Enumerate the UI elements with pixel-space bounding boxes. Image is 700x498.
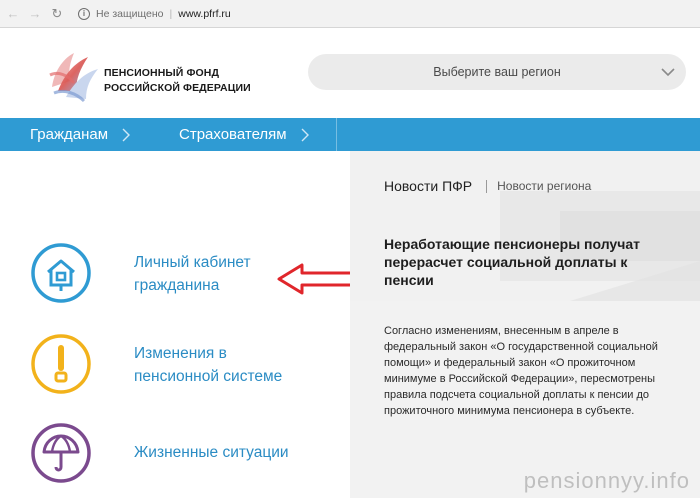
nav-item-label: Гражданам xyxy=(30,126,109,143)
site-header: ПЕНСИОННЫЙ ФОНД РОССИЙСКОЙ ФЕДЕРАЦИИ Выб… xyxy=(0,28,700,118)
news-headline[interactable]: Неработающие пенсионеры получат перерасч… xyxy=(384,235,654,289)
menu-item-life-situations[interactable]: Жизненные ситуации xyxy=(134,441,289,464)
news-tabs: Новости ПФР Новости региона xyxy=(384,178,591,194)
chevron-down-icon xyxy=(661,68,675,77)
logo-line-1: ПЕНСИОННЫЙ ФОНД xyxy=(104,67,220,79)
nav-item-insurers[interactable]: Страхователям xyxy=(179,118,310,151)
logo-text[interactable]: ПЕНСИОННЫЙ ФОНД РОССИЙСКОЙ ФЕДЕРАЦИИ xyxy=(104,66,251,96)
menu-item-label-line2: пенсионной системе xyxy=(134,368,283,385)
menu-item-pension-changes[interactable]: Изменения в пенсионной системе xyxy=(134,342,282,388)
nav-item-label: Страхователям xyxy=(179,126,287,143)
arrow-left-icon[interactable]: ← xyxy=(4,5,22,23)
main-nav: Гражданам Страхователям xyxy=(0,118,700,151)
chevron-right-icon xyxy=(122,128,131,141)
exclamation-icon[interactable] xyxy=(30,333,92,395)
address-bar[interactable]: i Не защищено | www.pfrf.ru xyxy=(78,4,231,24)
pfr-logo-icon[interactable] xyxy=(44,45,104,105)
watermark: pensionnyy.info xyxy=(523,468,690,493)
menu-item-label-line1: Личный кабинет xyxy=(134,254,251,271)
arrow-right-icon[interactable]: → xyxy=(26,5,44,23)
tab-region-news[interactable]: Новости региона xyxy=(497,179,591,193)
region-select-label: Выберите ваш регион xyxy=(433,65,561,79)
house-icon[interactable] xyxy=(30,242,92,304)
info-icon[interactable]: i xyxy=(78,7,90,20)
chevron-right-icon xyxy=(301,128,309,141)
menu-item-personal-account[interactable]: Личный кабинет гражданина xyxy=(134,251,251,297)
url-text[interactable]: www.pfrf.ru xyxy=(178,8,231,20)
services-menu: Личный кабинет гражданина Изменения в пе… xyxy=(0,151,350,498)
nav-divider xyxy=(336,118,337,151)
menu-item-label-line1: Изменения в xyxy=(134,345,227,362)
browser-toolbar: ← → ↻ i Не защищено | www.pfrf.ru xyxy=(0,0,700,28)
nav-item-citizens[interactable]: Гражданам xyxy=(30,118,131,151)
news-panel: Новости ПФР Новости региона Неработающие… xyxy=(350,151,700,498)
tab-pfr-news[interactable]: Новости ПФР xyxy=(384,178,472,194)
umbrella-icon[interactable] xyxy=(30,422,92,484)
security-status: Не защищено xyxy=(96,7,164,20)
logo-line-2: РОССИЙСКОЙ ФЕДЕРАЦИИ xyxy=(104,82,251,94)
address-separator: | xyxy=(169,7,173,20)
menu-item-label-line1: Жизненные ситуации xyxy=(134,444,289,461)
tab-separator xyxy=(486,179,488,193)
region-select[interactable]: Выберите ваш регион xyxy=(308,54,686,90)
reload-icon[interactable]: ↻ xyxy=(48,5,66,23)
news-body: Согласно изменениям, внесенным в апреле … xyxy=(384,325,658,417)
menu-item-label-line2: гражданина xyxy=(134,277,220,294)
